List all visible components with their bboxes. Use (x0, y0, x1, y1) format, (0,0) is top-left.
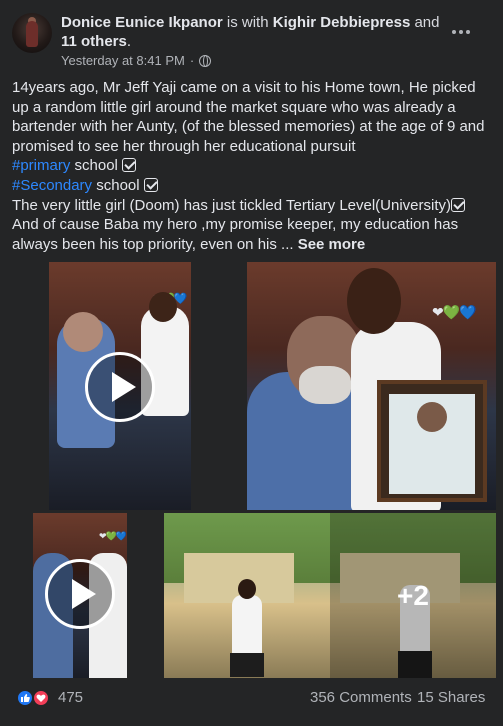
hashtag-primary[interactable]: #primary (12, 157, 70, 174)
and-text: and (414, 14, 440, 31)
media-video-3[interactable]: ❤💚💙 (33, 513, 127, 678)
globe-icon (199, 54, 212, 67)
more-photos-overlay[interactable]: +2 (330, 513, 496, 678)
final-text: And of cause Baba my hero ,my promise ke… (12, 216, 459, 253)
media-photo-2[interactable]: ❤💚💙 (247, 262, 496, 510)
portrait-frame (377, 380, 487, 502)
with-text: is with (226, 14, 269, 31)
hashtag-secondary[interactable]: #Secondary (12, 177, 92, 194)
avatar-body (26, 21, 38, 47)
hearts-emoji: ❤💚💙 (99, 531, 127, 541)
love-icon-glyph (36, 694, 46, 702)
comments-count-link[interactable]: 356 Comments (310, 689, 412, 706)
man-beard (299, 366, 351, 404)
tertiary-text: The very little girl (Doom) has just tic… (12, 196, 452, 214)
play-icon[interactable] (85, 352, 155, 422)
more-options-button[interactable] (446, 20, 476, 44)
post-footer: 475 356 Comments 15 Shares (0, 683, 503, 713)
play-icon[interactable] (45, 559, 115, 629)
reaction-count[interactable]: 475 (58, 689, 83, 706)
post-paragraph: 14years ago, Mr Jeff Yaji came on a visi… (12, 79, 485, 155)
post-line-primary: #primary school (12, 156, 494, 176)
graduate-legs (230, 653, 264, 677)
title-period: . (126, 33, 132, 50)
check-icon (451, 197, 466, 212)
post-meta: Yesterday at 8:41 PM · (61, 53, 212, 68)
media-photo-4[interactable] (164, 513, 330, 678)
man-head (63, 312, 103, 352)
love-icon[interactable] (32, 689, 50, 707)
more-options-icon (452, 30, 456, 34)
woman-head (149, 292, 177, 322)
post-line-tertiary: The very little girl (Doom) has just tic… (12, 196, 494, 216)
graduate-figure (232, 595, 262, 661)
author-avatar[interactable] (12, 13, 52, 53)
media-video-1[interactable]: ❤💚💙 (49, 262, 191, 510)
shares-count-link[interactable]: 15 Shares (417, 689, 485, 706)
more-options-dot (459, 30, 463, 34)
woman-head (347, 268, 401, 334)
author-name-link[interactable]: Donice Eunice Ikpanor (61, 14, 223, 31)
tagged-person-link[interactable]: Kighir Debbiepress (273, 14, 411, 31)
media-photo-5[interactable]: +2 (330, 513, 496, 678)
others-link[interactable]: 11 others (61, 33, 127, 50)
check-icon (122, 158, 137, 173)
portrait-inner (389, 394, 475, 494)
portrait-face (417, 402, 447, 432)
see-more-link[interactable]: See more (298, 236, 366, 253)
like-icon-glyph (21, 694, 30, 702)
post-timestamp[interactable]: Yesterday at 8:41 PM (61, 53, 185, 68)
more-options-dot (466, 30, 470, 34)
hearts-emoji: ❤💚💙 (432, 304, 477, 320)
post-line-secondary: #Secondary school (12, 176, 494, 196)
post-header: Donice Eunice Ikpanor is with Kighir Deb… (0, 0, 503, 72)
post-line-final: And of cause Baba my hero ,my promise ke… (12, 215, 494, 254)
post-body: 14years ago, Mr Jeff Yaji came on a visi… (12, 78, 494, 254)
secondary-rest: school (92, 176, 144, 194)
primary-rest: school (70, 157, 123, 175)
graduate-head (238, 579, 256, 599)
meta-separator: · (189, 53, 195, 68)
post-title: Donice Eunice Ikpanor is with Kighir Deb… (61, 13, 441, 51)
check-icon (143, 177, 158, 192)
